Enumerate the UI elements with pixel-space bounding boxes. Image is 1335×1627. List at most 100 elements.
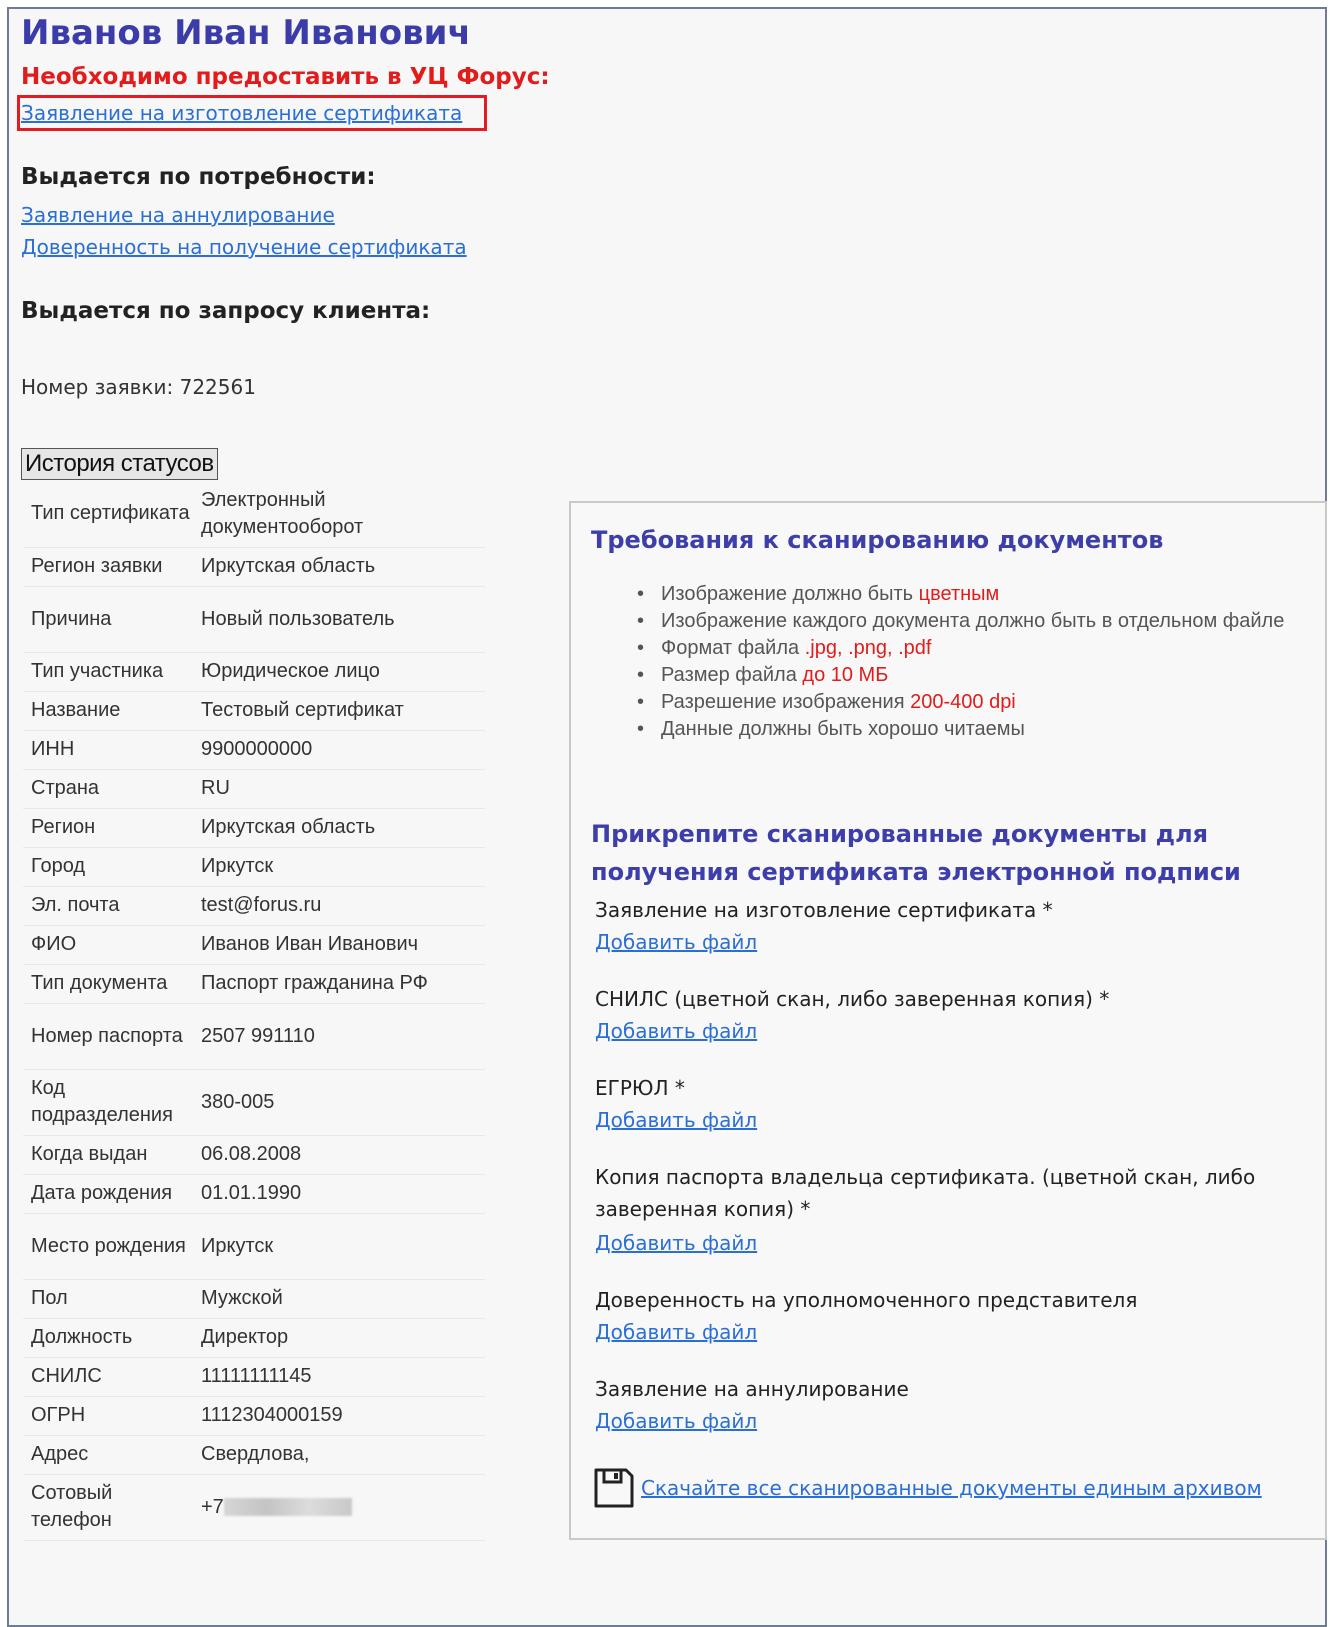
redacted-phone [223,1498,352,1517]
detail-label: ОГРН [23,1396,193,1436]
detail-label: Дата рождения [23,1174,193,1214]
table-row: ФИО Иванов Иван Иванович [23,925,485,965]
table-row: Тип документа Паспорт гражданина РФ [23,964,485,1004]
detail-value: Иванов Иван Иванович [193,925,485,965]
detail-value: Иркутская область [193,808,485,848]
table-row: Регион Иркутская область [23,808,485,848]
detail-label: Тип сертификата [23,481,193,548]
table-row: Причина Новый пользователь [23,586,485,653]
table-row: Регион заявки Иркутская область [23,547,485,587]
doc-label-application: Заявление на изготовление сертификата * [595,898,1053,922]
doc-label-passport: Копия паспорта владельца сертификата. (ц… [595,1165,1256,1221]
add-file-power-of-attorney-link[interactable]: Добавить файл [595,1320,757,1344]
detail-value: Тестовый сертификат [193,691,485,731]
detail-label: Эл. почта [23,886,193,926]
requirement-item: Изображение каждого документа должно быт… [637,608,1301,635]
doc-label-egrul: ЕГРЮЛ * [595,1076,685,1100]
detail-value: Мужской [193,1279,485,1319]
detail-value: Паспорт гражданина РФ [193,964,485,1004]
attach-documents-title: Прикрепите сканированные документы для п… [591,820,1241,886]
add-file-snils-link[interactable]: Добавить файл [595,1019,757,1043]
detail-label: Тип участника [23,652,193,692]
order-number: Номер заявки: 722561 [21,375,256,399]
detail-label: Пол [23,1279,193,1319]
detail-label: СНИЛС [23,1357,193,1397]
certificate-details-table: Тип сертификата Электронный документообор… [23,481,485,1541]
detail-value: Директор [193,1318,485,1358]
doc-label-revocation: Заявление на аннулирование [595,1377,909,1401]
detail-label: Когда выдан [23,1135,193,1175]
table-row: Должность Директор [23,1318,485,1358]
detail-value: 01.01.1990 [193,1174,485,1214]
table-row: ОГРН 1112304000159 [23,1396,485,1436]
table-row: Дата рождения 01.01.1990 [23,1174,485,1214]
detail-value: +7 [193,1474,485,1541]
table-row: Когда выдан 06.08.2008 [23,1135,485,1175]
client-request-heading: Выдается по запросу клиента: [21,298,431,324]
detail-value: Свердлова, [193,1435,485,1475]
detail-value: Иркутская область [193,547,485,587]
add-file-egrul-link[interactable]: Добавить файл [595,1108,757,1132]
detail-value: RU [193,769,485,809]
detail-label: Код подразделения [23,1069,193,1136]
table-row: Страна RU [23,769,485,809]
scan-requirements-panel: Требования к сканированию документов Изо… [569,501,1327,1540]
requirements-list: Изображение должно быть цветным Изображе… [637,581,1301,743]
detail-label: Город [23,847,193,887]
floppy-disk-icon[interactable] [593,1467,635,1509]
detail-value: 1112304000159 [193,1396,485,1436]
table-row: Сотовый телефон +7 [23,1474,485,1541]
detail-value: 380-005 [193,1069,485,1136]
detail-label: Название [23,691,193,731]
detail-label: Место рождения [23,1213,193,1280]
detail-value: 11111111145 [193,1357,485,1397]
detail-label: Должность [23,1318,193,1358]
doc-label-snils: СНИЛС (цветной скан, либо заверенная коп… [595,987,1110,1011]
table-row: СНИЛС 11111111145 [23,1357,485,1397]
table-row: Пол Мужской [23,1279,485,1319]
page-frame: Иванов Иван Иванович Необходимо предоста… [7,7,1327,1627]
detail-value: Юридическое лицо [193,652,485,692]
table-row: Тип сертификата Электронный документообор… [23,481,485,548]
add-file-revocation-link[interactable]: Добавить файл [595,1409,757,1433]
doc-label-power-of-attorney: Доверенность на уполномоченного представ… [595,1288,1138,1312]
detail-label: Страна [23,769,193,809]
power-of-attorney-link[interactable]: Доверенность на получение сертификата [21,235,467,259]
detail-value: 9900000000 [193,730,485,770]
detail-label: Регион [23,808,193,848]
download-archive-link[interactable]: Скачайте все сканированные документы еди… [641,1476,1262,1500]
table-row: ИНН 9900000000 [23,730,485,770]
table-row: Тип участника Юридическое лицо [23,652,485,692]
detail-value: test@forus.ru [193,886,485,926]
add-file-passport-link[interactable]: Добавить файл [595,1231,757,1255]
detail-label: Тип документа [23,964,193,1004]
detail-label: ИНН [23,730,193,770]
table-row: Эл. почта test@forus.ru [23,886,485,926]
table-row: Адрес Свердлова, [23,1435,485,1475]
table-row: Номер паспорта 2507 991110 [23,1003,485,1070]
on-demand-heading: Выдается по потребности: [21,164,376,190]
table-row: Название Тестовый сертификат [23,691,485,731]
requirement-item: Формат файла .jpg, .png, .pdf [637,635,1301,662]
requirement-item: Разрешение изображения 200-400 dpi [637,689,1301,716]
detail-label: Сотовый телефон [23,1474,193,1541]
requirements-title: Требования к сканированию документов [591,526,1164,554]
requirement-item: Изображение должно быть цветным [637,581,1301,608]
add-file-application-link[interactable]: Добавить файл [595,930,757,954]
detail-value: Электронный документооборот [193,481,485,548]
detail-label: ФИО [23,925,193,965]
table-row: Город Иркутск [23,847,485,887]
revocation-application-link[interactable]: Заявление на аннулирование [21,203,335,227]
detail-label: Причина [23,586,193,653]
requirement-item: Размер файла до 10 МБ [637,662,1301,689]
detail-label: Регион заявки [23,547,193,587]
status-history-button[interactable]: История статусов [21,448,218,480]
required-docs-heading: Необходимо предоставить в УЦ Форус: [21,64,550,90]
detail-value: Иркутск [193,847,485,887]
detail-value: Иркутск [193,1213,485,1280]
download-archive-row: Скачайте все сканированные документы еди… [593,1467,1262,1509]
requirement-item: Данные должны быть хорошо читаемы [637,716,1301,743]
certificate-application-link[interactable]: Заявление на изготовление сертификата [21,101,462,125]
detail-value: Новый пользователь [193,586,485,653]
table-row: Место рождения Иркутск [23,1213,485,1280]
